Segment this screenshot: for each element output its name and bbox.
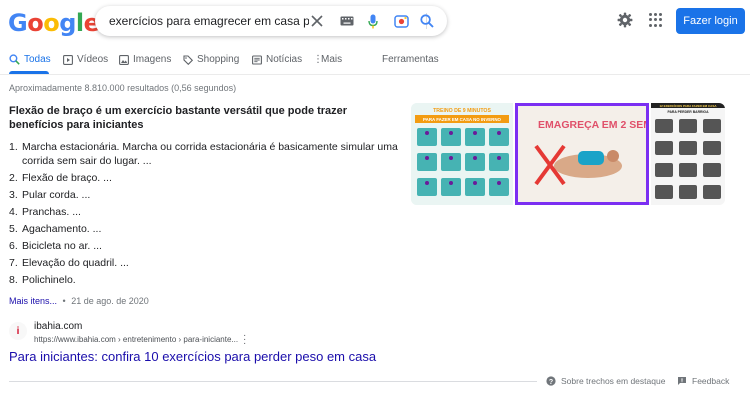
- list-item-text: Pular corda. ...: [22, 189, 91, 201]
- list-item: 2. Flexão de braço. ...: [9, 171, 399, 185]
- snippet-image-exercicios-barriga[interactable]: 12 EXERCÍCIOS PARA FAZER EM CASA PARA PE…: [651, 103, 725, 205]
- google-logo[interactable]: Google: [8, 9, 100, 37]
- list-item: 3. Pular corda. ...: [9, 188, 399, 202]
- snippet-list: 1. Marcha estacionária. Marcha ou corrida…: [9, 140, 399, 290]
- snippet-images: TREINO DE 9 MINUTOS PARA FAZER EM CASA N…: [411, 103, 725, 205]
- list-item-number: 7.: [9, 257, 18, 269]
- search-icon[interactable]: [419, 13, 435, 29]
- about-snippets-label: Sobre trechos em destaque: [561, 376, 666, 386]
- tab-label: Shopping: [197, 54, 240, 65]
- tab-todas[interactable]: Todas: [9, 54, 51, 65]
- image-text: PARA FAZER EM CASA NO INVERNO: [423, 117, 501, 122]
- list-item-text: Flexão de braço. ...: [22, 172, 112, 184]
- list-item-number: 1.: [9, 141, 18, 153]
- more-items-link[interactable]: Mais itens...: [9, 296, 57, 306]
- site-favicon: i: [9, 322, 27, 340]
- result-title-link[interactable]: Para iniciantes: confira 10 exercícios p…: [9, 349, 376, 364]
- meta-separator: •: [62, 296, 66, 306]
- list-item-text: Polichinelo.: [22, 274, 76, 286]
- snippet-image-emagreca[interactable]: EMAGREÇA EM 2 SEMA: [515, 103, 649, 205]
- tab-videos[interactable]: Vídeos: [63, 54, 108, 65]
- feedback-link[interactable]: Feedback: [677, 376, 729, 386]
- list-item: 6. Bicicleta no ar. ...: [9, 239, 399, 253]
- login-button[interactable]: Fazer login: [676, 8, 745, 34]
- feedback-label: Feedback: [692, 376, 730, 386]
- list-item-number: 6.: [9, 240, 18, 252]
- list-item-number: 4.: [9, 206, 18, 218]
- clear-icon[interactable]: [309, 13, 325, 29]
- tab-label: Notícias: [266, 54, 303, 65]
- tab-imagens[interactable]: Imagens: [119, 54, 171, 65]
- tab-label: Todas: [24, 54, 51, 65]
- image-text: EMAGREÇA EM 2 SEMA: [538, 119, 646, 131]
- search-input[interactable]: exercícios para emagrecer em casa para i: [109, 14, 309, 28]
- image-text: PARA PERDER BARRIGA: [667, 110, 709, 114]
- gear-icon[interactable]: [617, 12, 633, 33]
- search-box[interactable]: exercícios para emagrecer em casa para i: [95, 6, 447, 36]
- list-item-text: Marcha estacionária. Marcha ou corrida e…: [22, 141, 398, 167]
- list-item-number: 3.: [9, 189, 18, 201]
- keyboard-icon[interactable]: [339, 13, 355, 29]
- more-options-icon[interactable]: · · ·: [243, 331, 246, 349]
- list-item: 1. Marcha estacionária. Marcha ou corrida…: [9, 140, 399, 168]
- site-url[interactable]: https://www.ibahia.com › entretenimento …: [34, 335, 238, 344]
- site-name[interactable]: ibahia.com: [34, 321, 82, 332]
- list-item: 5. Agachamento. ...: [9, 222, 399, 236]
- tab-label: Ferramentas: [382, 54, 439, 65]
- svg-text:?: ?: [549, 379, 553, 386]
- tab-mais[interactable]: ⋮ Mais: [313, 54, 342, 65]
- tab-ferramentas[interactable]: Ferramentas: [382, 54, 439, 65]
- tag-icon: [183, 54, 193, 65]
- list-item-text: Pranchas. ...: [22, 206, 81, 218]
- search-icon: [9, 54, 20, 65]
- snippet-heading: Flexão de braço é um exercício bastante …: [9, 105, 348, 131]
- search-tabs: Todas Vídeos Imagens Shopping Notícias ⋮…: [0, 50, 750, 74]
- feedback-icon: [678, 377, 686, 385]
- image-text: 12 EXERCÍCIOS PARA FAZER EM CASA: [659, 103, 717, 108]
- microphone-icon[interactable]: [365, 13, 381, 29]
- help-icon: ?: [546, 376, 556, 386]
- tab-noticias[interactable]: Notícias: [252, 54, 302, 65]
- news-icon: [252, 54, 262, 65]
- tab-shopping[interactable]: Shopping: [183, 54, 239, 65]
- more-vert-icon: ⋮: [313, 53, 323, 65]
- list-item-text: Bicicleta no ar. ...: [22, 240, 102, 252]
- list-item-text: Elevação do quadril. ...: [22, 257, 129, 269]
- result-stats: Aproximadamente 8.810.000 resultados (0,…: [9, 83, 237, 93]
- snippet-date: 21 de ago. de 2020: [71, 296, 149, 306]
- image-icon: [119, 54, 129, 65]
- about-snippets-link[interactable]: ? Sobre trechos em destaque: [546, 376, 665, 386]
- video-icon: [63, 54, 73, 65]
- list-item-number: 8.: [9, 274, 18, 286]
- image-text: TREINO DE 9 MINUTOS: [433, 108, 491, 114]
- list-item: 7. Elevação do quadril. ...: [9, 256, 399, 270]
- snippet-meta: Mais itens... • 21 de ago. de 2020: [9, 296, 149, 306]
- tab-label: Vídeos: [77, 54, 109, 65]
- tab-label: Imagens: [133, 54, 172, 65]
- list-item-text: Agachamento. ...: [22, 223, 102, 235]
- list-item-number: 5.: [9, 223, 18, 235]
- snippet-image-workout-poster[interactable]: TREINO DE 9 MINUTOS PARA FAZER EM CASA N…: [411, 103, 513, 205]
- list-item: 4. Pranchas. ...: [9, 205, 399, 219]
- list-item-number: 2.: [9, 172, 18, 184]
- tabs-divider: [0, 74, 750, 75]
- camera-lens-icon[interactable]: [393, 13, 409, 29]
- header: Google exercícios para emagrecer em casa…: [0, 0, 750, 44]
- list-item: 8. Polichinelo.: [9, 273, 399, 287]
- apps-grid-icon[interactable]: [649, 13, 663, 27]
- divider: [9, 381, 537, 382]
- tab-label: Mais: [321, 54, 343, 65]
